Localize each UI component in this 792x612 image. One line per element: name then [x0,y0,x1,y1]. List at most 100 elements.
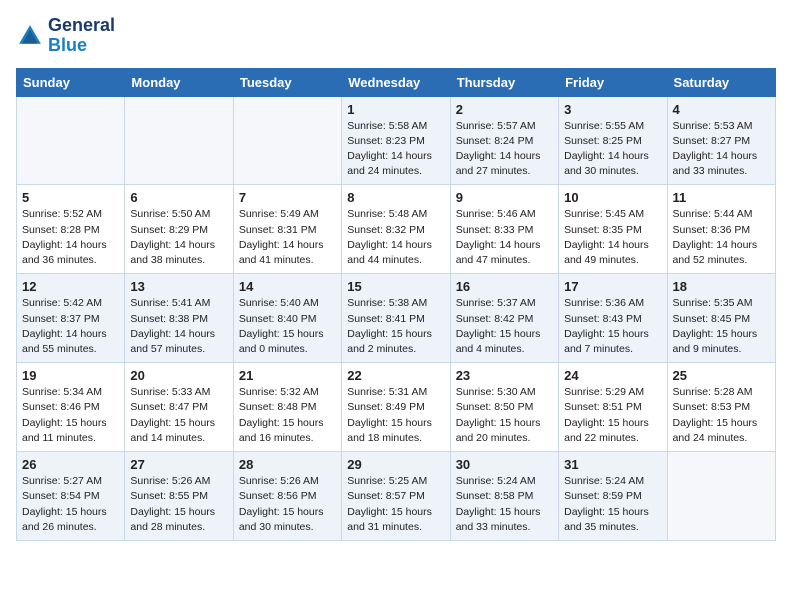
calendar-cell: 22 Sunrise: 5:31 AM Sunset: 8:49 PM Dayli… [342,363,450,452]
weekday-header-monday: Monday [125,68,233,96]
day-number: 11 [673,190,770,205]
weekday-header-sunday: Sunday [17,68,125,96]
cell-data: Sunrise: 5:50 AM Sunset: 8:29 PM Dayligh… [130,207,227,268]
calendar-cell: 17Sunrise: 5:36 AM Sunset: 8:43 PM Dayli… [559,274,667,363]
cell-data: Sunrise: 5:42 AM Sunset: 8:37 PM Dayligh… [22,296,119,357]
logo-icon [16,22,44,50]
calendar-cell: 31Sunrise: 5:24 AM Sunset: 8:59 PM Dayli… [559,452,667,541]
calendar-cell: 8 Sunrise: 5:48 AM Sunset: 8:32 PM Daylig… [342,185,450,274]
day-number: 29 [347,457,444,472]
calendar-cell [17,96,125,185]
day-number: 19 [22,368,119,383]
day-number: 2 [456,102,553,117]
cell-data: Sunrise: 5:55 AM Sunset: 8:25 PM Dayligh… [564,119,661,180]
calendar-cell: 18 Sunrise: 5:35 AM Sunset: 8:45 PM Dayli… [667,274,775,363]
logo: General Blue [16,16,115,56]
day-number: 18 [673,279,770,294]
day-number: 14 [239,279,336,294]
calendar-cell: 11 Sunrise: 5:44 AM Sunset: 8:36 PM Dayli… [667,185,775,274]
cell-data: Sunrise: 5:46 AM Sunset: 8:33 PM Dayligh… [456,207,553,268]
calendar-cell: 15 Sunrise: 5:38 AM Sunset: 8:41 PM Dayli… [342,274,450,363]
day-number: 4 [673,102,770,117]
cell-data: Sunrise: 5:35 AM Sunset: 8:45 PM Dayligh… [673,296,770,357]
cell-data: Sunrise: 5:29 AM Sunset: 8:51 PM Dayligh… [564,385,661,446]
cell-data: Sunrise: 5:44 AM Sunset: 8:36 PM Dayligh… [673,207,770,268]
calendar-cell: 4 Sunrise: 5:53 AM Sunset: 8:27 PM Daylig… [667,96,775,185]
calendar-cell: 14 Sunrise: 5:40 AM Sunset: 8:40 PM Dayli… [233,274,341,363]
logo-text: General Blue [48,16,115,56]
page-header: General Blue [16,16,776,56]
cell-data: Sunrise: 5:49 AM Sunset: 8:31 PM Dayligh… [239,207,336,268]
day-number: 15 [347,279,444,294]
cell-data: Sunrise: 5:57 AM Sunset: 8:24 PM Dayligh… [456,119,553,180]
day-number: 20 [130,368,227,383]
calendar-cell [667,452,775,541]
day-number: 30 [456,457,553,472]
day-number: 6 [130,190,227,205]
calendar-cell: 1Sunrise: 5:58 AM Sunset: 8:23 PM Daylig… [342,96,450,185]
calendar-cell [233,96,341,185]
cell-data: Sunrise: 5:52 AM Sunset: 8:28 PM Dayligh… [22,207,119,268]
calendar-cell: 28 Sunrise: 5:26 AM Sunset: 8:56 PM Dayli… [233,452,341,541]
cell-data: Sunrise: 5:25 AM Sunset: 8:57 PM Dayligh… [347,474,444,535]
weekday-header-friday: Friday [559,68,667,96]
calendar-cell: 5 Sunrise: 5:52 AM Sunset: 8:28 PM Daylig… [17,185,125,274]
calendar-cell: 16 Sunrise: 5:37 AM Sunset: 8:42 PM Dayli… [450,274,558,363]
day-number: 25 [673,368,770,383]
calendar-cell: 23Sunrise: 5:30 AM Sunset: 8:50 PM Dayli… [450,363,558,452]
cell-data: Sunrise: 5:34 AM Sunset: 8:46 PM Dayligh… [22,385,119,446]
calendar-cell: 26 Sunrise: 5:27 AM Sunset: 8:54 PM Dayli… [17,452,125,541]
day-number: 22 [347,368,444,383]
weekday-header-tuesday: Tuesday [233,68,341,96]
day-number: 28 [239,457,336,472]
weekday-header-thursday: Thursday [450,68,558,96]
calendar-cell: 2 Sunrise: 5:57 AM Sunset: 8:24 PM Daylig… [450,96,558,185]
calendar-cell: 9 Sunrise: 5:46 AM Sunset: 8:33 PM Daylig… [450,185,558,274]
calendar-cell: 3 Sunrise: 5:55 AM Sunset: 8:25 PM Daylig… [559,96,667,185]
day-number: 27 [130,457,227,472]
day-number: 26 [22,457,119,472]
cell-data: Sunrise: 5:36 AM Sunset: 8:43 PM Dayligh… [564,296,661,357]
day-number: 9 [456,190,553,205]
day-number: 5 [22,190,119,205]
cell-data: Sunrise: 5:45 AM Sunset: 8:35 PM Dayligh… [564,207,661,268]
calendar-cell: 12 Sunrise: 5:42 AM Sunset: 8:37 PM Dayli… [17,274,125,363]
cell-data: Sunrise: 5:38 AM Sunset: 8:41 PM Dayligh… [347,296,444,357]
cell-data: Sunrise: 5:27 AM Sunset: 8:54 PM Dayligh… [22,474,119,535]
calendar-cell [125,96,233,185]
cell-data: Sunrise: 5:53 AM Sunset: 8:27 PM Dayligh… [673,119,770,180]
cell-data: Sunrise: 5:26 AM Sunset: 8:56 PM Dayligh… [239,474,336,535]
cell-data: Sunrise: 5:48 AM Sunset: 8:32 PM Dayligh… [347,207,444,268]
day-number: 16 [456,279,553,294]
cell-data: Sunrise: 5:37 AM Sunset: 8:42 PM Dayligh… [456,296,553,357]
cell-data: Sunrise: 5:28 AM Sunset: 8:53 PM Dayligh… [673,385,770,446]
cell-data: Sunrise: 5:30 AM Sunset: 8:50 PM Dayligh… [456,385,553,446]
calendar-cell: 25 Sunrise: 5:28 AM Sunset: 8:53 PM Dayli… [667,363,775,452]
calendar-cell: 13Sunrise: 5:41 AM Sunset: 8:38 PM Dayli… [125,274,233,363]
calendar-cell: 20 Sunrise: 5:33 AM Sunset: 8:47 PM Dayli… [125,363,233,452]
cell-data: Sunrise: 5:33 AM Sunset: 8:47 PM Dayligh… [130,385,227,446]
day-number: 24 [564,368,661,383]
calendar-cell: 29 Sunrise: 5:25 AM Sunset: 8:57 PM Dayli… [342,452,450,541]
calendar-cell: 27Sunrise: 5:26 AM Sunset: 8:55 PM Dayli… [125,452,233,541]
calendar-cell: 19 Sunrise: 5:34 AM Sunset: 8:46 PM Dayli… [17,363,125,452]
day-number: 10 [564,190,661,205]
calendar-cell: 6 Sunrise: 5:50 AM Sunset: 8:29 PM Daylig… [125,185,233,274]
cell-data: Sunrise: 5:40 AM Sunset: 8:40 PM Dayligh… [239,296,336,357]
calendar-cell: 21Sunrise: 5:32 AM Sunset: 8:48 PM Dayli… [233,363,341,452]
day-number: 3 [564,102,661,117]
day-number: 7 [239,190,336,205]
calendar-cell: 7 Sunrise: 5:49 AM Sunset: 8:31 PM Daylig… [233,185,341,274]
day-number: 1 [347,102,444,117]
calendar-cell: 24 Sunrise: 5:29 AM Sunset: 8:51 PM Dayli… [559,363,667,452]
calendar-cell: 10 Sunrise: 5:45 AM Sunset: 8:35 PM Dayli… [559,185,667,274]
cell-data: Sunrise: 5:31 AM Sunset: 8:49 PM Dayligh… [347,385,444,446]
day-number: 31 [564,457,661,472]
day-number: 12 [22,279,119,294]
cell-data: Sunrise: 5:32 AM Sunset: 8:48 PM Dayligh… [239,385,336,446]
calendar-table: SundayMondayTuesdayWednesdayThursdayFrid… [16,68,776,541]
weekday-header-saturday: Saturday [667,68,775,96]
day-number: 8 [347,190,444,205]
weekday-header-wednesday: Wednesday [342,68,450,96]
cell-data: Sunrise: 5:41 AM Sunset: 8:38 PM Dayligh… [130,296,227,357]
